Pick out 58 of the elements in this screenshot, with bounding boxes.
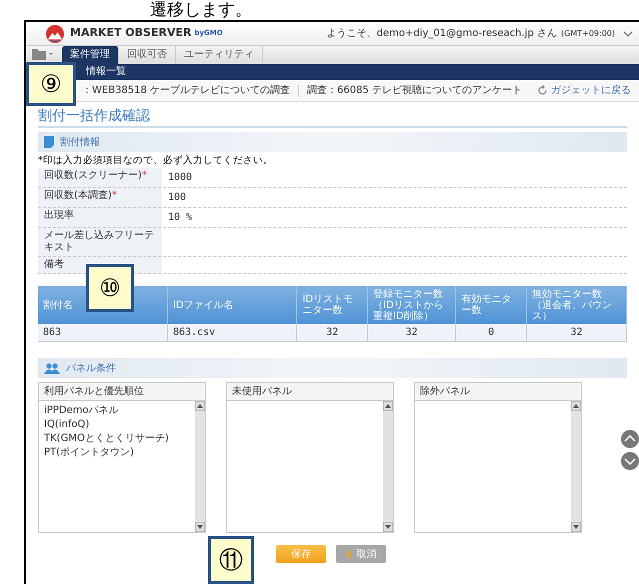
required-mark: * <box>142 170 147 182</box>
chevron-left-icon <box>346 550 352 559</box>
column-header: IDリストモニター数 <box>296 286 368 324</box>
list-item[interactable]: iPPDemoパネル <box>44 404 190 418</box>
scroll-up-icon[interactable] <box>195 401 205 412</box>
field-label: 回収数(スクリーナー) <box>44 170 142 182</box>
column-header: 有効モニター数 <box>456 286 526 324</box>
logo-icon <box>46 24 64 42</box>
table-cell: 32 <box>368 324 456 342</box>
scroll-up-icon[interactable] <box>571 401 581 412</box>
column-header: 登録モニター数（IDリストから重複ID削除） <box>368 286 456 324</box>
list-title: 未使用パネル <box>226 382 394 402</box>
users-icon <box>44 362 60 374</box>
scroll-down-icon[interactable] <box>621 452 639 470</box>
caret-icon[interactable] <box>623 30 633 38</box>
list-item[interactable]: IQ(infoQ) <box>44 418 190 432</box>
breadcrumb-text: ：WEB38518 ケーブルテレビについての調査 <box>82 84 290 98</box>
table-cell: 0 <box>456 324 526 342</box>
field-value: 1000 <box>167 171 194 186</box>
folder-icon[interactable] <box>32 48 54 60</box>
section-title: 割付情報 <box>60 136 100 150</box>
field-value: 100 <box>167 191 188 206</box>
table-cell: 863 <box>38 324 168 342</box>
list-title: 除外パネル <box>414 382 582 402</box>
table-cell: 32 <box>296 324 368 342</box>
field-label: メール差し込みフリーテキスト <box>44 230 154 254</box>
field-label: 備考 <box>44 259 64 270</box>
welcome-text: ようこそ、demo+diy_01@gmo-reseach.jp さん <box>326 27 557 41</box>
table-cell: 32 <box>526 324 626 342</box>
required-note: *印は入力必須項目なので、必ず入力してください。 <box>38 154 274 168</box>
callout-label: ⑪ <box>208 536 254 584</box>
field-value: 10 % <box>167 211 194 226</box>
breadcrumb-text: 調査：66085 テレビ視聴についてのアンケート <box>307 84 522 98</box>
field-label: 出現率 <box>44 210 74 222</box>
scroll-down-icon[interactable] <box>195 522 205 532</box>
brand-name: MARKET OBSERVER <box>70 25 192 42</box>
list-item[interactable]: PT(ポイントタウン) <box>44 446 190 460</box>
list-box[interactable]: iPPDemoパネル IQ(infoQ) TK(GMOとくとくリサーチ) PT(ポイントタウン) <box>38 401 206 534</box>
list-title: 利用パネルと優先順位 <box>38 382 206 402</box>
scroll-down-icon[interactable] <box>383 522 393 532</box>
nav-tab[interactable]: 案件管理 <box>62 46 119 64</box>
scroll-down-icon[interactable] <box>571 522 581 532</box>
back-link[interactable]: ガジェットに戻る <box>537 83 631 98</box>
table-cell: 863.csv <box>167 324 297 342</box>
section-title: パネル条件 <box>66 362 116 376</box>
callout-label: ⑩ <box>86 264 134 312</box>
scroll-up-icon[interactable] <box>621 430 639 448</box>
column-header: 無効モニター数（退会者、バウンス） <box>526 286 626 324</box>
timezone-text: (GMT+09:00) <box>561 28 615 40</box>
document-icon <box>44 136 54 148</box>
required-mark: * <box>112 190 117 202</box>
page-title: 割付一括作成確認 <box>38 106 627 128</box>
refresh-icon <box>537 85 548 96</box>
column-header: IDファイル名 <box>167 286 297 324</box>
list-item[interactable]: TK(GMOとくとくリサーチ) <box>44 432 190 446</box>
scroll-up-icon[interactable] <box>383 401 393 412</box>
instruction-text: 遷移します。 <box>149 0 253 20</box>
field-label: 回収数(本調査) <box>44 190 112 202</box>
